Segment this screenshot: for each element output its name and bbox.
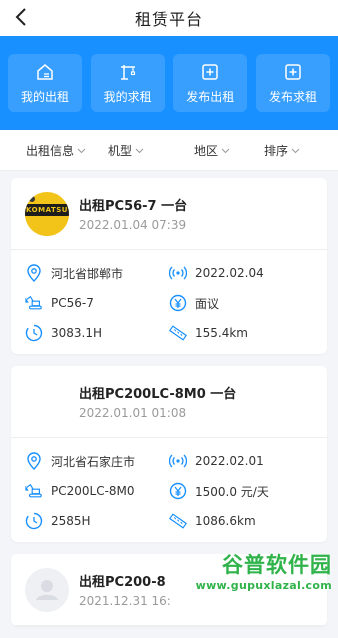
model-text: PC200LC-8M0 bbox=[51, 484, 135, 498]
chevron-down-icon bbox=[77, 148, 86, 153]
page-title: 租赁平台 bbox=[134, 10, 203, 29]
yuan-icon bbox=[169, 294, 187, 312]
location-cell: 河北省石家庄市 bbox=[25, 452, 169, 470]
my-requests-button[interactable]: 我的求租 bbox=[90, 54, 165, 112]
chevron-down-icon bbox=[291, 148, 300, 153]
distance-text: 1086.6km bbox=[195, 514, 256, 528]
location-cell: 河北省邯郸市 bbox=[25, 264, 169, 282]
yuan-icon bbox=[169, 482, 187, 500]
model-text: PC56-7 bbox=[51, 296, 94, 310]
price-cell: 1500.0 元/天 bbox=[169, 482, 313, 500]
hours-text: 2585H bbox=[51, 514, 91, 528]
hours-text: 3083.1H bbox=[51, 326, 103, 340]
listing-header: 出租PC200LC-8M0 一台 2022.01.01 01:08 bbox=[11, 366, 327, 438]
crane-icon bbox=[120, 64, 135, 80]
detail-row: 3083.1H 155.4km bbox=[25, 318, 313, 348]
listing-title: 出租PC200-8 bbox=[79, 575, 166, 590]
plus-box-icon bbox=[285, 63, 301, 80]
detail-row: PC200LC-8M0 1500.0 元/天 bbox=[25, 476, 313, 506]
quick-action-label: 我的出租 bbox=[20, 89, 69, 104]
my-rentals-button[interactable]: 我的出租 bbox=[8, 54, 82, 112]
listing-details: 河北省石家庄市 2022.02.01 PC200LC-8M0 1500.0 元/… bbox=[11, 438, 327, 542]
listing-card[interactable]: KOMATSU 出租PC56-7 一台 2022.01.04 07:39 河北省… bbox=[11, 178, 327, 354]
location-pin-icon bbox=[25, 452, 43, 470]
distance-cell: 1086.6km bbox=[169, 512, 313, 530]
publish-rental-button[interactable]: 发布出租 bbox=[173, 54, 248, 112]
filter-region[interactable]: 地区 bbox=[194, 142, 230, 159]
watermark-url: www.gupuxlazal.com bbox=[195, 579, 332, 592]
detail-row: 2585H 1086.6km bbox=[25, 506, 313, 536]
user-placeholder-icon bbox=[36, 579, 58, 600]
clock-icon bbox=[25, 324, 43, 342]
price-text: 面议 bbox=[195, 296, 220, 311]
back-button[interactable] bbox=[10, 6, 32, 28]
signal-icon bbox=[169, 264, 187, 282]
publish-request-button[interactable]: 发布求租 bbox=[255, 54, 330, 112]
model-cell: PC200LC-8M0 bbox=[25, 482, 169, 500]
filter-bar: 出租信息 机型 地区 排序 bbox=[0, 130, 338, 171]
excavator-icon bbox=[25, 482, 43, 500]
top-bar: 租赁平台 bbox=[0, 0, 338, 36]
quick-action-label: 发布出租 bbox=[186, 89, 235, 104]
chevron-left-icon bbox=[15, 8, 26, 26]
hours-cell: 3083.1H bbox=[25, 324, 169, 342]
chevron-down-icon bbox=[135, 148, 144, 153]
logo-lower bbox=[25, 215, 69, 236]
filter-machine-type[interactable]: 机型 bbox=[108, 142, 144, 159]
listing-title: 出租PC56-7 一台 bbox=[79, 199, 188, 214]
excavator-icon bbox=[25, 294, 43, 312]
post-date-cell: 2022.02.04 bbox=[169, 264, 313, 282]
watermark-title: 谷普软件园 bbox=[222, 553, 332, 577]
listing-header-text: 出租PC56-7 一台 2022.01.04 07:39 bbox=[79, 195, 187, 232]
avatar: KOMATSU bbox=[25, 191, 69, 236]
quick-actions-panel: 我的出租 我的求租 发布出租 发布求租 bbox=[0, 36, 338, 130]
ruler-icon bbox=[169, 324, 187, 342]
avatar bbox=[25, 380, 69, 424]
price-cell: 面议 bbox=[169, 294, 313, 312]
filter-label: 地区 bbox=[194, 144, 219, 158]
detail-row: 河北省邯郸市 2022.02.04 bbox=[25, 258, 313, 288]
quick-action-label: 发布求租 bbox=[268, 89, 317, 104]
location-text: 河北省邯郸市 bbox=[51, 266, 124, 281]
post-date-cell: 2022.02.01 bbox=[169, 452, 313, 470]
location-text: 河北省石家庄市 bbox=[51, 454, 136, 469]
filter-label: 出租信息 bbox=[26, 144, 75, 158]
distance-cell: 155.4km bbox=[169, 324, 313, 342]
detail-row: 河北省石家庄市 2022.02.01 bbox=[25, 446, 313, 476]
brand-logo: KOMATSU bbox=[25, 203, 69, 216]
listing-title: 出租PC200LC-8M0 一台 bbox=[79, 387, 237, 402]
plus-box-icon bbox=[202, 63, 219, 80]
chevron-down-icon bbox=[221, 148, 230, 153]
clock-icon bbox=[25, 512, 43, 530]
listing-details: 河北省邯郸市 2022.02.04 PC56-7 面议 3083.1H 155.… bbox=[11, 250, 327, 354]
listing-date: 2021.12.31 16: bbox=[79, 594, 171, 608]
quick-action-label: 我的求租 bbox=[103, 89, 152, 104]
distance-text: 155.4km bbox=[195, 326, 248, 340]
detail-row: PC56-7 面议 bbox=[25, 288, 313, 318]
price-text: 1500.0 元/天 bbox=[195, 484, 269, 499]
listing-header-text: 出租PC200-8 2021.12.31 16: bbox=[79, 571, 171, 608]
listing-header: KOMATSU 出租PC56-7 一台 2022.01.04 07:39 bbox=[11, 178, 327, 250]
post-date-text: 2022.02.04 bbox=[195, 266, 264, 280]
avatar bbox=[25, 567, 69, 612]
logo-mark bbox=[29, 195, 35, 202]
listing-header-text: 出租PC200LC-8M0 一台 2022.01.01 01:08 bbox=[79, 383, 236, 420]
ruler-icon bbox=[169, 512, 187, 530]
listing-card[interactable]: 出租PC200LC-8M0 一台 2022.01.01 01:08 河北省石家庄… bbox=[11, 366, 327, 542]
location-pin-icon bbox=[25, 264, 43, 282]
filter-label: 机型 bbox=[108, 144, 133, 158]
post-date-text: 2022.02.01 bbox=[195, 454, 264, 468]
listing-date: 2022.01.04 07:39 bbox=[79, 218, 187, 232]
watermark: 谷普软件园 www.gupuxlazal.com bbox=[196, 549, 332, 592]
listing-date: 2022.01.01 01:08 bbox=[79, 406, 187, 420]
filter-label: 排序 bbox=[264, 144, 289, 158]
filter-rental-info[interactable]: 出租信息 bbox=[26, 142, 86, 159]
filter-sort[interactable]: 排序 bbox=[264, 142, 300, 159]
hours-cell: 2585H bbox=[25, 512, 169, 530]
house-icon bbox=[37, 63, 53, 80]
signal-icon bbox=[169, 452, 187, 470]
model-cell: PC56-7 bbox=[25, 294, 169, 312]
